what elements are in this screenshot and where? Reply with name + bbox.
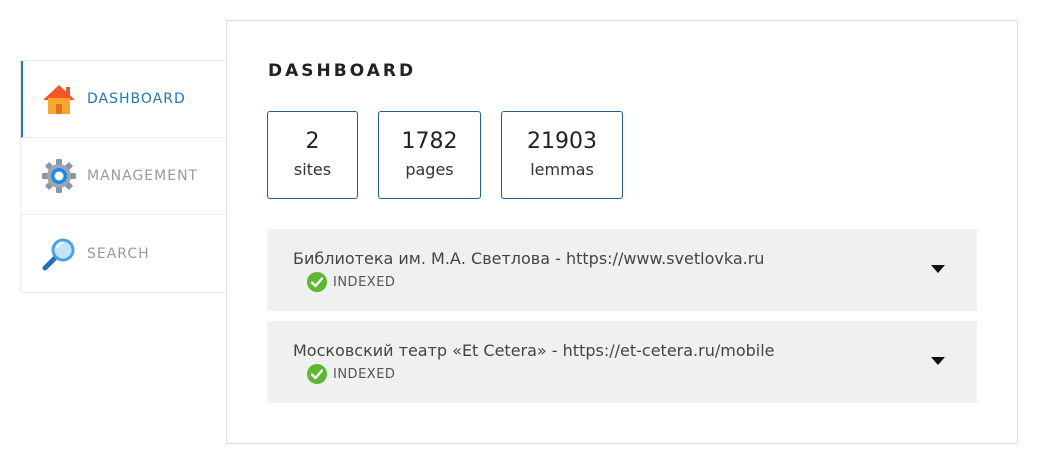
page-title: DASHBOARD bbox=[268, 61, 417, 81]
site-row[interactable]: Библиотека им. М.А. Светлова - https://w… bbox=[267, 229, 977, 311]
site-row[interactable]: Московский театр «Et Cetera» - https://e… bbox=[267, 321, 977, 403]
status-badge: INDEXED bbox=[307, 364, 395, 384]
stat-value: 1782 bbox=[401, 129, 458, 154]
stats-row: 2 sites 1782 pages 21903 lemmas bbox=[267, 111, 643, 199]
sidebar-item-label: DASHBOARD bbox=[87, 91, 186, 107]
sidebar-item-label: MANAGEMENT bbox=[87, 168, 199, 184]
sidebar-item-dashboard[interactable]: DASHBOARD bbox=[21, 61, 226, 138]
sidebar: DASHBOARD MANAGEMENT SEARCH bbox=[20, 60, 226, 293]
site-name: Московский театр «Et Cetera» - https://e… bbox=[293, 341, 775, 360]
stat-sites: 2 sites bbox=[267, 111, 358, 199]
check-icon bbox=[307, 364, 327, 384]
chevron-down-icon[interactable] bbox=[931, 357, 945, 365]
stat-lemmas: 21903 lemmas bbox=[501, 111, 623, 199]
stat-pages: 1782 pages bbox=[378, 111, 481, 199]
status-text: INDEXED bbox=[333, 274, 396, 290]
site-name: Библиотека им. М.А. Светлова - https://w… bbox=[293, 249, 765, 268]
stat-label: sites bbox=[293, 160, 332, 179]
stat-label: pages bbox=[405, 160, 454, 179]
status-text: INDEXED bbox=[333, 366, 396, 382]
sidebar-item-search[interactable]: SEARCH bbox=[21, 215, 226, 292]
dashboard-panel: DASHBOARD 2 sites 1782 pages 21903 lemma… bbox=[226, 20, 1018, 444]
stat-value: 2 bbox=[305, 129, 320, 154]
chevron-down-icon[interactable] bbox=[931, 265, 945, 273]
gear-icon bbox=[42, 159, 76, 193]
check-icon bbox=[307, 272, 327, 292]
sidebar-item-label: SEARCH bbox=[87, 245, 150, 262]
magnifier-icon bbox=[42, 238, 75, 270]
sidebar-item-management[interactable]: MANAGEMENT bbox=[21, 138, 226, 215]
status-badge: INDEXED bbox=[307, 272, 395, 292]
home-icon bbox=[43, 85, 75, 114]
stat-label: lemmas bbox=[530, 160, 594, 179]
stat-value: 21903 bbox=[527, 129, 597, 154]
